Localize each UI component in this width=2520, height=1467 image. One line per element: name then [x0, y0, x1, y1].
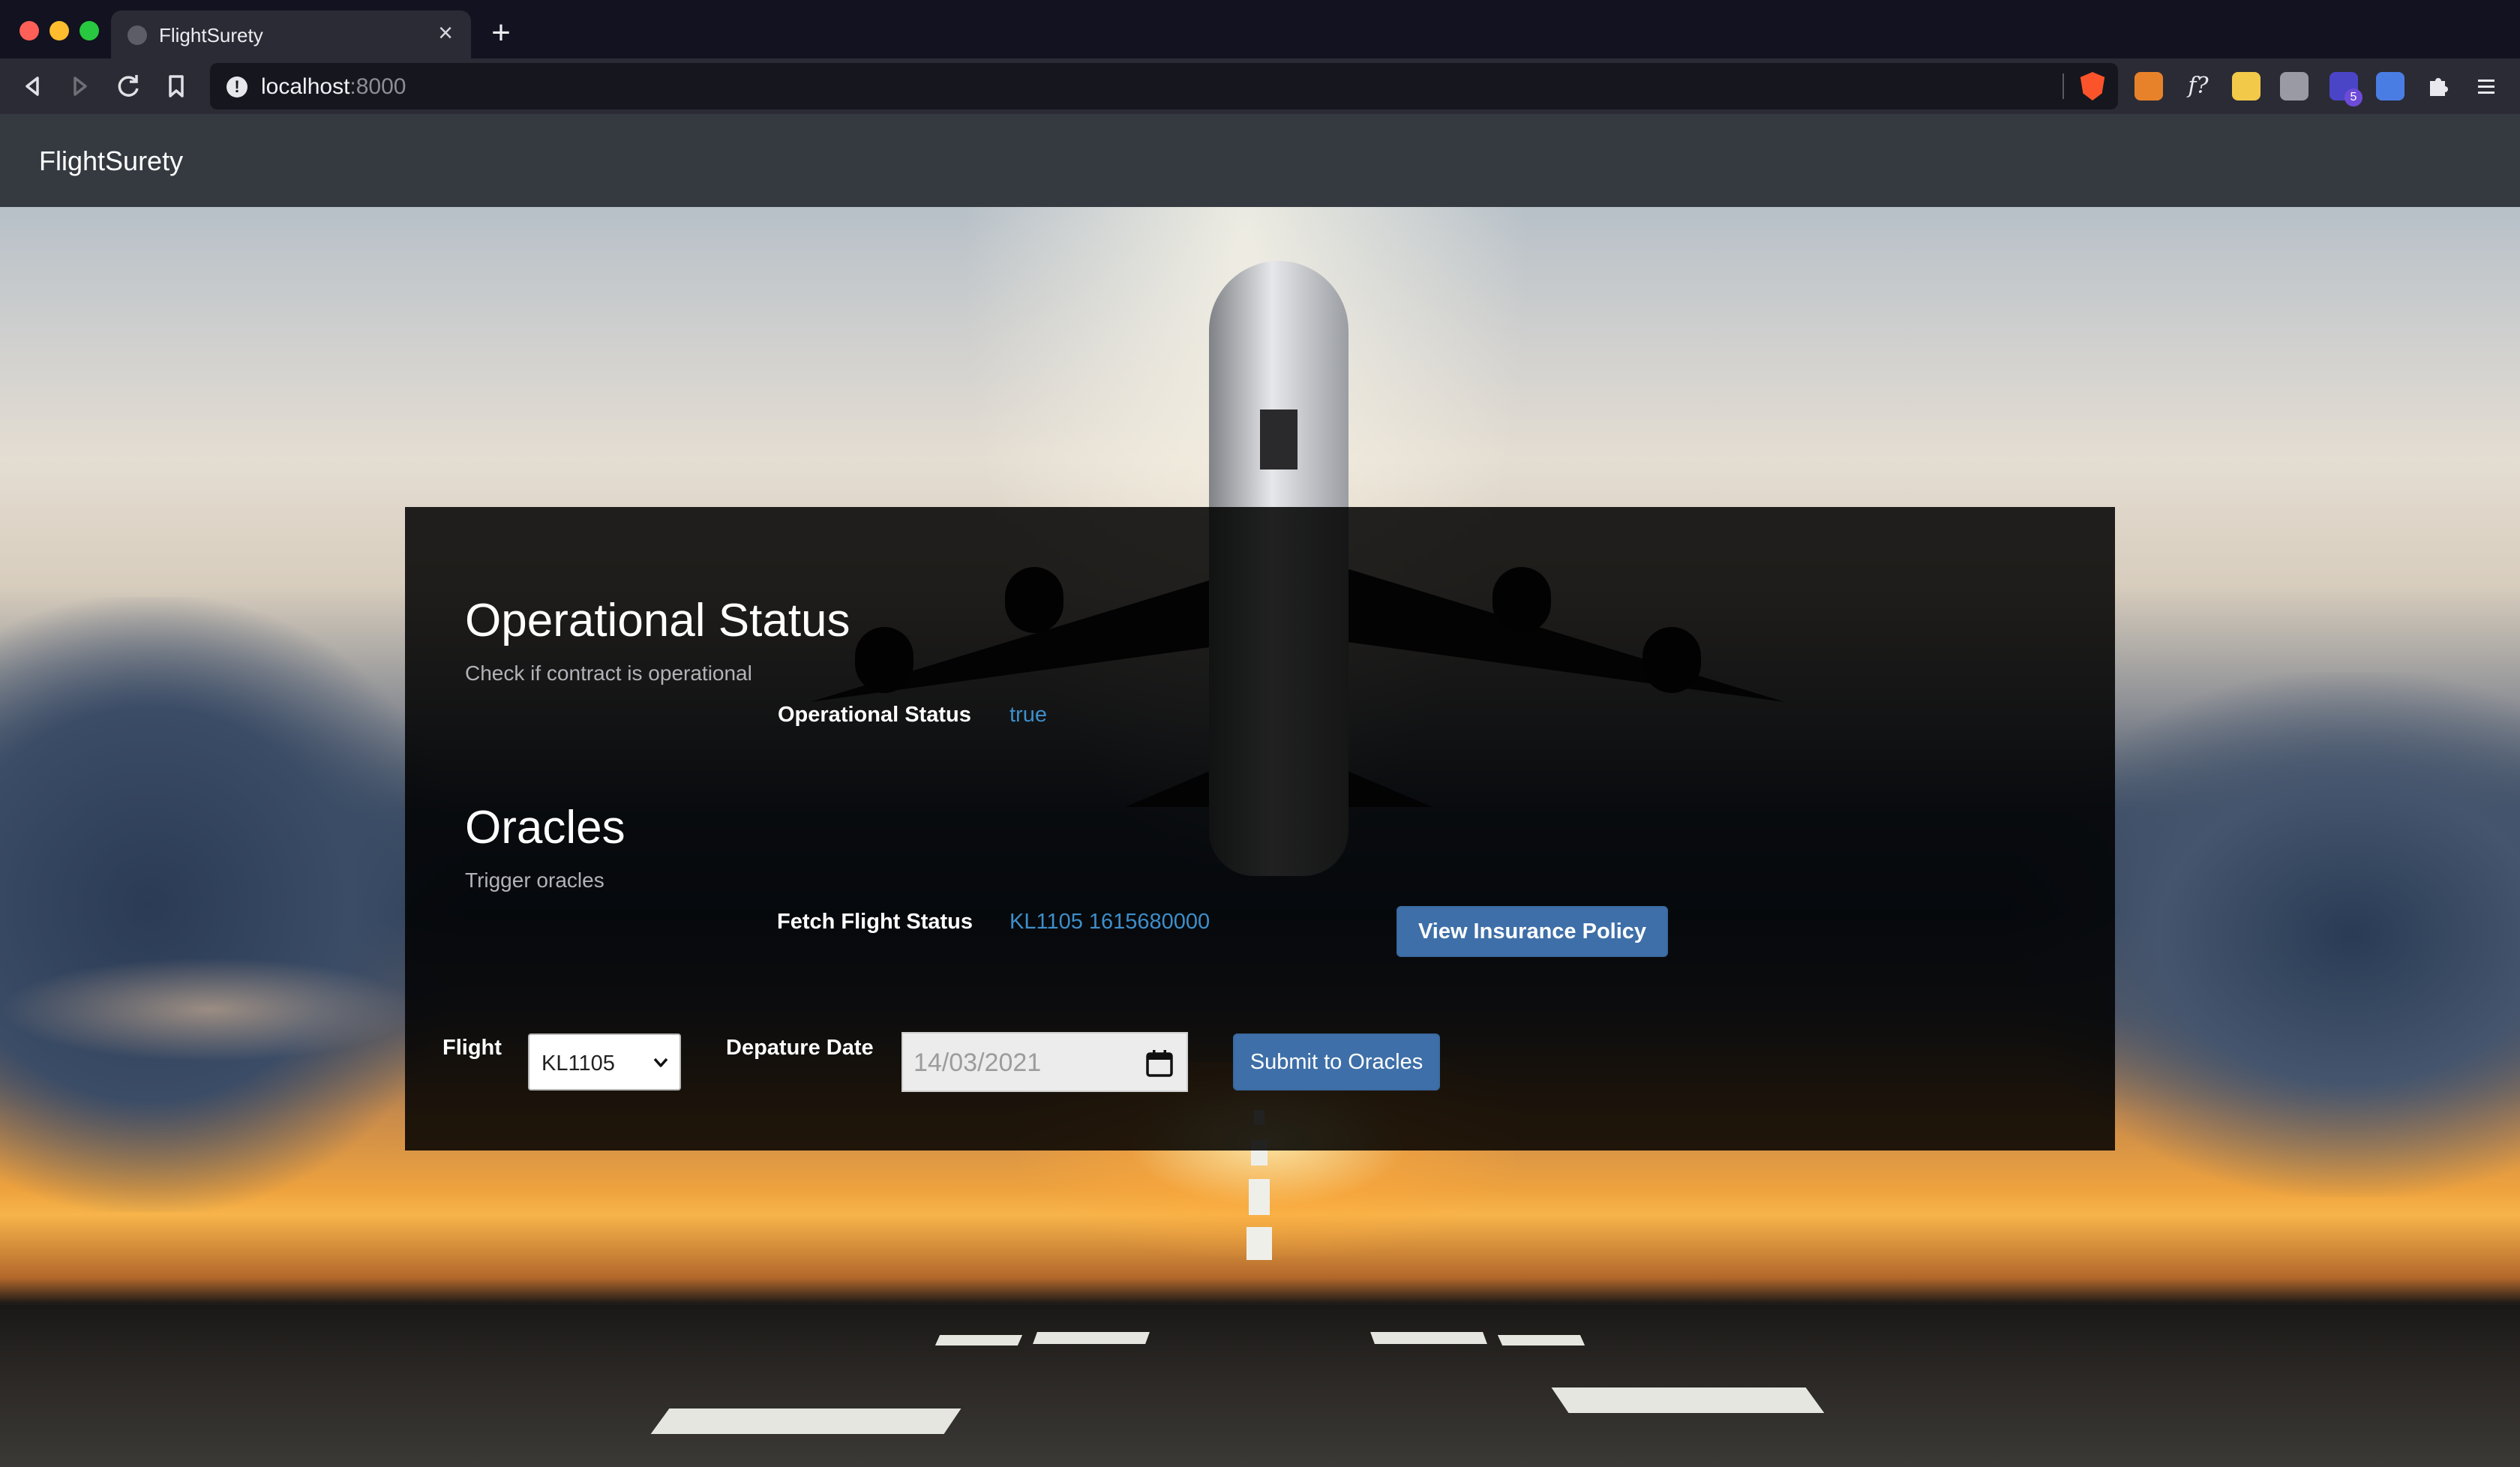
- site-info-icon[interactable]: !: [226, 76, 248, 98]
- forward-icon[interactable]: [64, 70, 96, 102]
- app-navbar: FlightSurety: [0, 114, 2520, 207]
- runway-marking: [1033, 1332, 1150, 1344]
- bookmark-icon[interactable]: [160, 70, 192, 102]
- extensions-puzzle-icon[interactable]: [2424, 72, 2452, 100]
- url-divider: [2062, 74, 2064, 99]
- operational-status-subtitle: Check if contract is operational: [465, 662, 752, 685]
- reload-icon[interactable]: [112, 70, 144, 102]
- translate-icon[interactable]: [2376, 72, 2404, 100]
- runway-centerline: [1249, 1179, 1270, 1215]
- browser-tabbar: FlightSurety × +: [0, 0, 2520, 58]
- submit-to-oracles-button[interactable]: Submit to Oracles: [1233, 1034, 1440, 1090]
- globe-icon: [128, 26, 147, 45]
- runway: [0, 1305, 2520, 1467]
- oracles-subtitle: Trigger oracles: [465, 868, 604, 892]
- departure-date-value: 14/03/2021: [914, 1048, 1042, 1077]
- url-port: :8000: [350, 74, 406, 99]
- runway-marking: [650, 1408, 842, 1434]
- camera-extension-icon[interactable]: [2280, 72, 2308, 100]
- cloud-highlight: [0, 957, 420, 1062]
- runway-marking: [934, 1335, 1023, 1346]
- brand-link[interactable]: FlightSurety: [39, 146, 183, 177]
- url-host: localhost: [261, 74, 350, 99]
- runway-marking: [1655, 1388, 1825, 1413]
- operational-status-title: Operational Status: [465, 595, 850, 646]
- new-tab-button[interactable]: +: [486, 16, 516, 50]
- runway-marking: [1497, 1335, 1586, 1346]
- oracles-title: Oracles: [465, 802, 626, 854]
- operational-status-value: true: [1010, 703, 1047, 727]
- menu-icon[interactable]: [2472, 72, 2500, 100]
- notes-extension-icon[interactable]: [2232, 72, 2260, 100]
- window-maximize-button[interactable]: [80, 21, 99, 40]
- brave-shields-icon[interactable]: [2080, 72, 2105, 100]
- back-icon[interactable]: [16, 70, 48, 102]
- airplane-landing-gear: [1260, 410, 1298, 470]
- fetch-flight-status-value: KL1105 1615680000: [1010, 910, 1210, 934]
- flight-select[interactable]: KL1105: [528, 1034, 681, 1090]
- departure-date-label: Depature Date: [726, 1036, 874, 1060]
- tab-title: FlightSurety: [159, 24, 263, 46]
- address-bar[interactable]: ! localhost:8000: [210, 63, 2118, 110]
- runway-centerline: [1246, 1227, 1272, 1260]
- view-insurance-policy-button[interactable]: View Insurance Policy: [1396, 906, 1668, 957]
- flight-select-value: KL1105: [542, 1052, 615, 1076]
- operational-status-label: Operational Status: [778, 703, 971, 727]
- browser-tab[interactable]: FlightSurety ×: [111, 10, 471, 58]
- tab-close-icon[interactable]: ×: [430, 18, 460, 48]
- fetch-flight-status-label: Fetch Flight Status: [777, 910, 973, 934]
- window-minimize-button[interactable]: [50, 21, 69, 40]
- calendar-icon[interactable]: [1144, 1048, 1174, 1078]
- clouds-left: [0, 597, 465, 1212]
- metamask-icon[interactable]: [2134, 72, 2163, 100]
- departure-date-input[interactable]: 14/03/2021: [902, 1032, 1188, 1092]
- extension-badge: 5: [2344, 88, 2362, 106]
- window-close-button[interactable]: [20, 21, 39, 40]
- flight-label: Flight: [442, 1036, 502, 1060]
- chevron-down-icon: [650, 1047, 672, 1077]
- fx-extension-icon[interactable]: f?: [2184, 72, 2212, 100]
- runway-marking: [1370, 1332, 1487, 1344]
- url-text[interactable]: localhost:8000: [261, 74, 406, 100]
